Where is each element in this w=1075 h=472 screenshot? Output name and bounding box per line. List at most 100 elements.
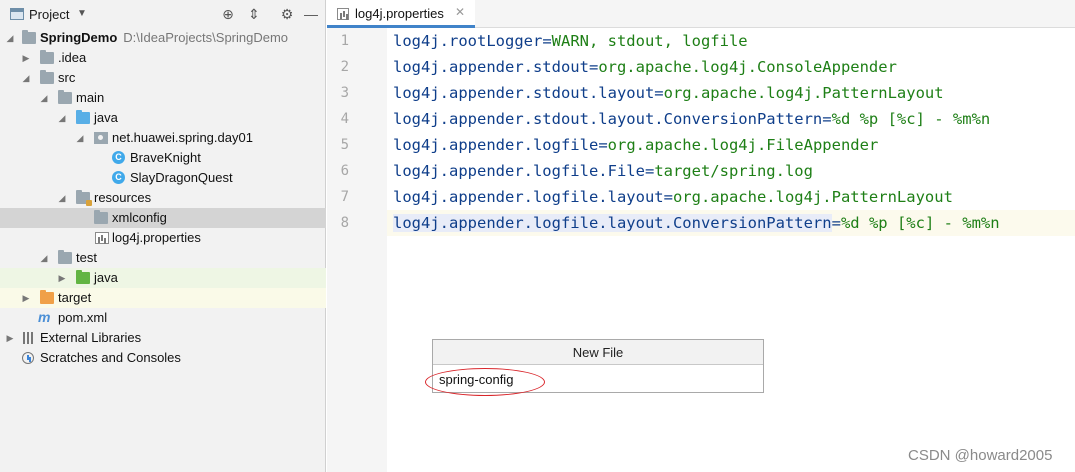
tree-item-test-java[interactable]: ▶ java xyxy=(0,268,326,288)
chevron-right-icon[interactable]: ▶ xyxy=(20,288,32,308)
tree-item-label: main xyxy=(76,90,105,105)
tree-item-label: External Libraries xyxy=(40,330,142,345)
code-line-current[interactable]: log4j.appender.logfile.layout.Conversion… xyxy=(387,210,1075,236)
chevron-down-icon[interactable]: ◢ xyxy=(56,188,68,208)
module-folder-icon xyxy=(22,30,36,44)
tree-item-pom-xml[interactable]: m pom.xml xyxy=(0,308,326,328)
property-value: target/spring.log xyxy=(654,162,813,180)
property-key: log4j.appender.stdout.layout.ConversionP… xyxy=(393,110,823,128)
folder-icon xyxy=(94,210,108,224)
gear-icon[interactable]: ⚙ xyxy=(278,5,296,23)
chevron-down-icon[interactable]: ◢ xyxy=(38,248,50,268)
tree-item-label: resources xyxy=(94,190,152,205)
tree-item-idea[interactable]: ▶ .idea xyxy=(0,48,326,68)
tree-item-test[interactable]: ◢ test xyxy=(0,248,326,268)
file-name-input[interactable] xyxy=(433,366,763,392)
property-key: log4j.appender.logfile.layout.Conversion… xyxy=(393,214,832,232)
tree-item-label: java xyxy=(94,110,118,125)
tree-item-resources[interactable]: ◢ resources xyxy=(0,188,326,208)
chevron-right-icon[interactable]: ▶ xyxy=(20,48,32,68)
maven-icon: m xyxy=(38,309,51,325)
tree-item-log4j-properties[interactable]: log4j.properties xyxy=(0,228,326,248)
editor-area: log4j.properties ✕ 1 2 3 4 5 6 7 8 log4j… xyxy=(327,0,1075,472)
line-number: 7 xyxy=(340,189,349,205)
property-value: WARN, stdout, logfile xyxy=(551,32,748,50)
tree-item-label: log4j.properties xyxy=(112,230,201,245)
tree-item-label: target xyxy=(58,290,92,305)
resources-folder-icon xyxy=(76,190,92,206)
hide-panel-icon[interactable]: — xyxy=(302,5,320,23)
class-icon: C xyxy=(112,171,125,184)
line-number: 8 xyxy=(340,215,349,231)
folder-icon xyxy=(40,50,54,64)
tree-item-src[interactable]: ◢ src xyxy=(0,68,326,88)
collapse-all-icon[interactable]: ⇕ xyxy=(245,5,263,23)
property-key: log4j.appender.logfile.File xyxy=(393,162,645,180)
folder-icon xyxy=(58,90,72,104)
libraries-icon xyxy=(22,332,36,344)
tree-item-label: .idea xyxy=(58,50,87,65)
tree-item-label: Scratches and Consoles xyxy=(40,350,181,365)
tree-item-label: pom.xml xyxy=(58,310,108,325)
chevron-down-icon[interactable]: ◢ xyxy=(20,68,32,88)
tree-item-label: xmlconfig xyxy=(112,210,167,225)
chevron-down-icon[interactable]: ◢ xyxy=(38,88,50,108)
line-number: 4 xyxy=(340,111,349,127)
project-tree: ◢ SpringDemo D:\IdeaProjects\SpringDemo ▶… xyxy=(0,28,326,368)
chevron-down-icon[interactable]: ◢ xyxy=(74,128,86,148)
tab-log4j-properties[interactable]: log4j.properties ✕ xyxy=(327,0,475,28)
project-header: Project ▼ ⊕ ⇕ ⚙ — xyxy=(0,0,326,28)
chevron-right-icon[interactable]: ▶ xyxy=(4,328,16,348)
code-line[interactable]: log4j.appender.stdout=org.apache.log4j.C… xyxy=(387,54,1075,80)
tab-label: log4j.properties xyxy=(355,6,444,21)
tree-item-label: java xyxy=(94,270,118,285)
property-value: %d %p [%c] - %m%n xyxy=(840,214,1000,232)
class-icon: C xyxy=(112,151,125,164)
code-line[interactable]: log4j.appender.logfile.File=target/sprin… xyxy=(387,158,1075,184)
tree-item-scratches[interactable]: Scratches and Consoles xyxy=(0,348,326,368)
project-view-selector[interactable]: Project xyxy=(29,7,69,22)
new-file-dialog: New File xyxy=(425,339,764,396)
property-value: org.apache.log4j.PatternLayout xyxy=(672,188,953,206)
tree-item-label: src xyxy=(58,70,76,85)
chevron-down-icon[interactable]: ▼ xyxy=(77,8,87,19)
package-icon xyxy=(94,132,108,144)
tree-item-main-java[interactable]: ◢ java xyxy=(0,108,326,128)
code-line[interactable]: log4j.appender.logfile.layout=org.apache… xyxy=(387,184,1075,210)
code-line[interactable]: log4j.appender.stdout.layout.ConversionP… xyxy=(387,106,1075,132)
tree-item-package[interactable]: ◢ net.huawei.spring.day01 xyxy=(0,128,326,148)
tree-item-label: net.huawei.spring.day01 xyxy=(112,130,253,145)
tree-item-slaydragonquest[interactable]: C SlayDragonQuest xyxy=(0,168,326,188)
tree-item-main[interactable]: ◢ main xyxy=(0,88,326,108)
line-number: 3 xyxy=(340,85,349,101)
tree-item-label: BraveKnight xyxy=(130,150,201,165)
code-line[interactable]: log4j.appender.logfile=org.apache.log4j.… xyxy=(387,132,1075,158)
property-key: log4j.appender.stdout.layout xyxy=(393,84,655,102)
property-key: log4j.appender.logfile.layout xyxy=(393,188,664,206)
chevron-down-icon[interactable]: ◢ xyxy=(56,108,68,128)
watermark: CSDN @howard2005 xyxy=(908,447,1053,464)
tree-item-springdemo[interactable]: ◢ SpringDemo D:\IdeaProjects\SpringDemo xyxy=(0,28,326,48)
code-line[interactable]: log4j.rootLogger=WARN, stdout, logfile xyxy=(387,28,1075,54)
locate-target-icon[interactable]: ⊕ xyxy=(219,5,237,23)
property-value: org.apache.log4j.ConsoleAppender xyxy=(598,58,897,76)
tree-item-label: test xyxy=(76,250,97,265)
excluded-folder-icon xyxy=(40,290,54,304)
close-icon[interactable]: ✕ xyxy=(455,5,465,19)
property-key: log4j.appender.stdout xyxy=(393,58,589,76)
tree-item-target[interactable]: ▶ target xyxy=(0,288,326,308)
tree-item-label: SlayDragonQuest xyxy=(130,170,233,185)
tree-item-external-libraries[interactable]: ▶ External Libraries xyxy=(0,328,326,348)
project-tool-window: Project ▼ ⊕ ⇕ ⚙ — ◢ SpringDemo D:\IdeaPro… xyxy=(0,0,326,472)
line-number: 6 xyxy=(340,163,349,179)
properties-file-icon xyxy=(95,232,109,244)
code-line[interactable]: log4j.appender.stdout.layout=org.apache.… xyxy=(387,80,1075,106)
scratches-icon xyxy=(22,352,34,364)
source-folder-icon xyxy=(76,110,90,124)
chevron-down-icon[interactable]: ◢ xyxy=(4,28,16,48)
editor-tab-bar: log4j.properties ✕ xyxy=(327,0,1075,28)
tree-item-xmlconfig[interactable]: xmlconfig xyxy=(0,208,326,228)
tree-item-braveknight[interactable]: C BraveKnight xyxy=(0,148,326,168)
chevron-right-icon[interactable]: ▶ xyxy=(56,268,68,288)
property-value: org.apache.log4j.FileAppender xyxy=(607,136,879,154)
